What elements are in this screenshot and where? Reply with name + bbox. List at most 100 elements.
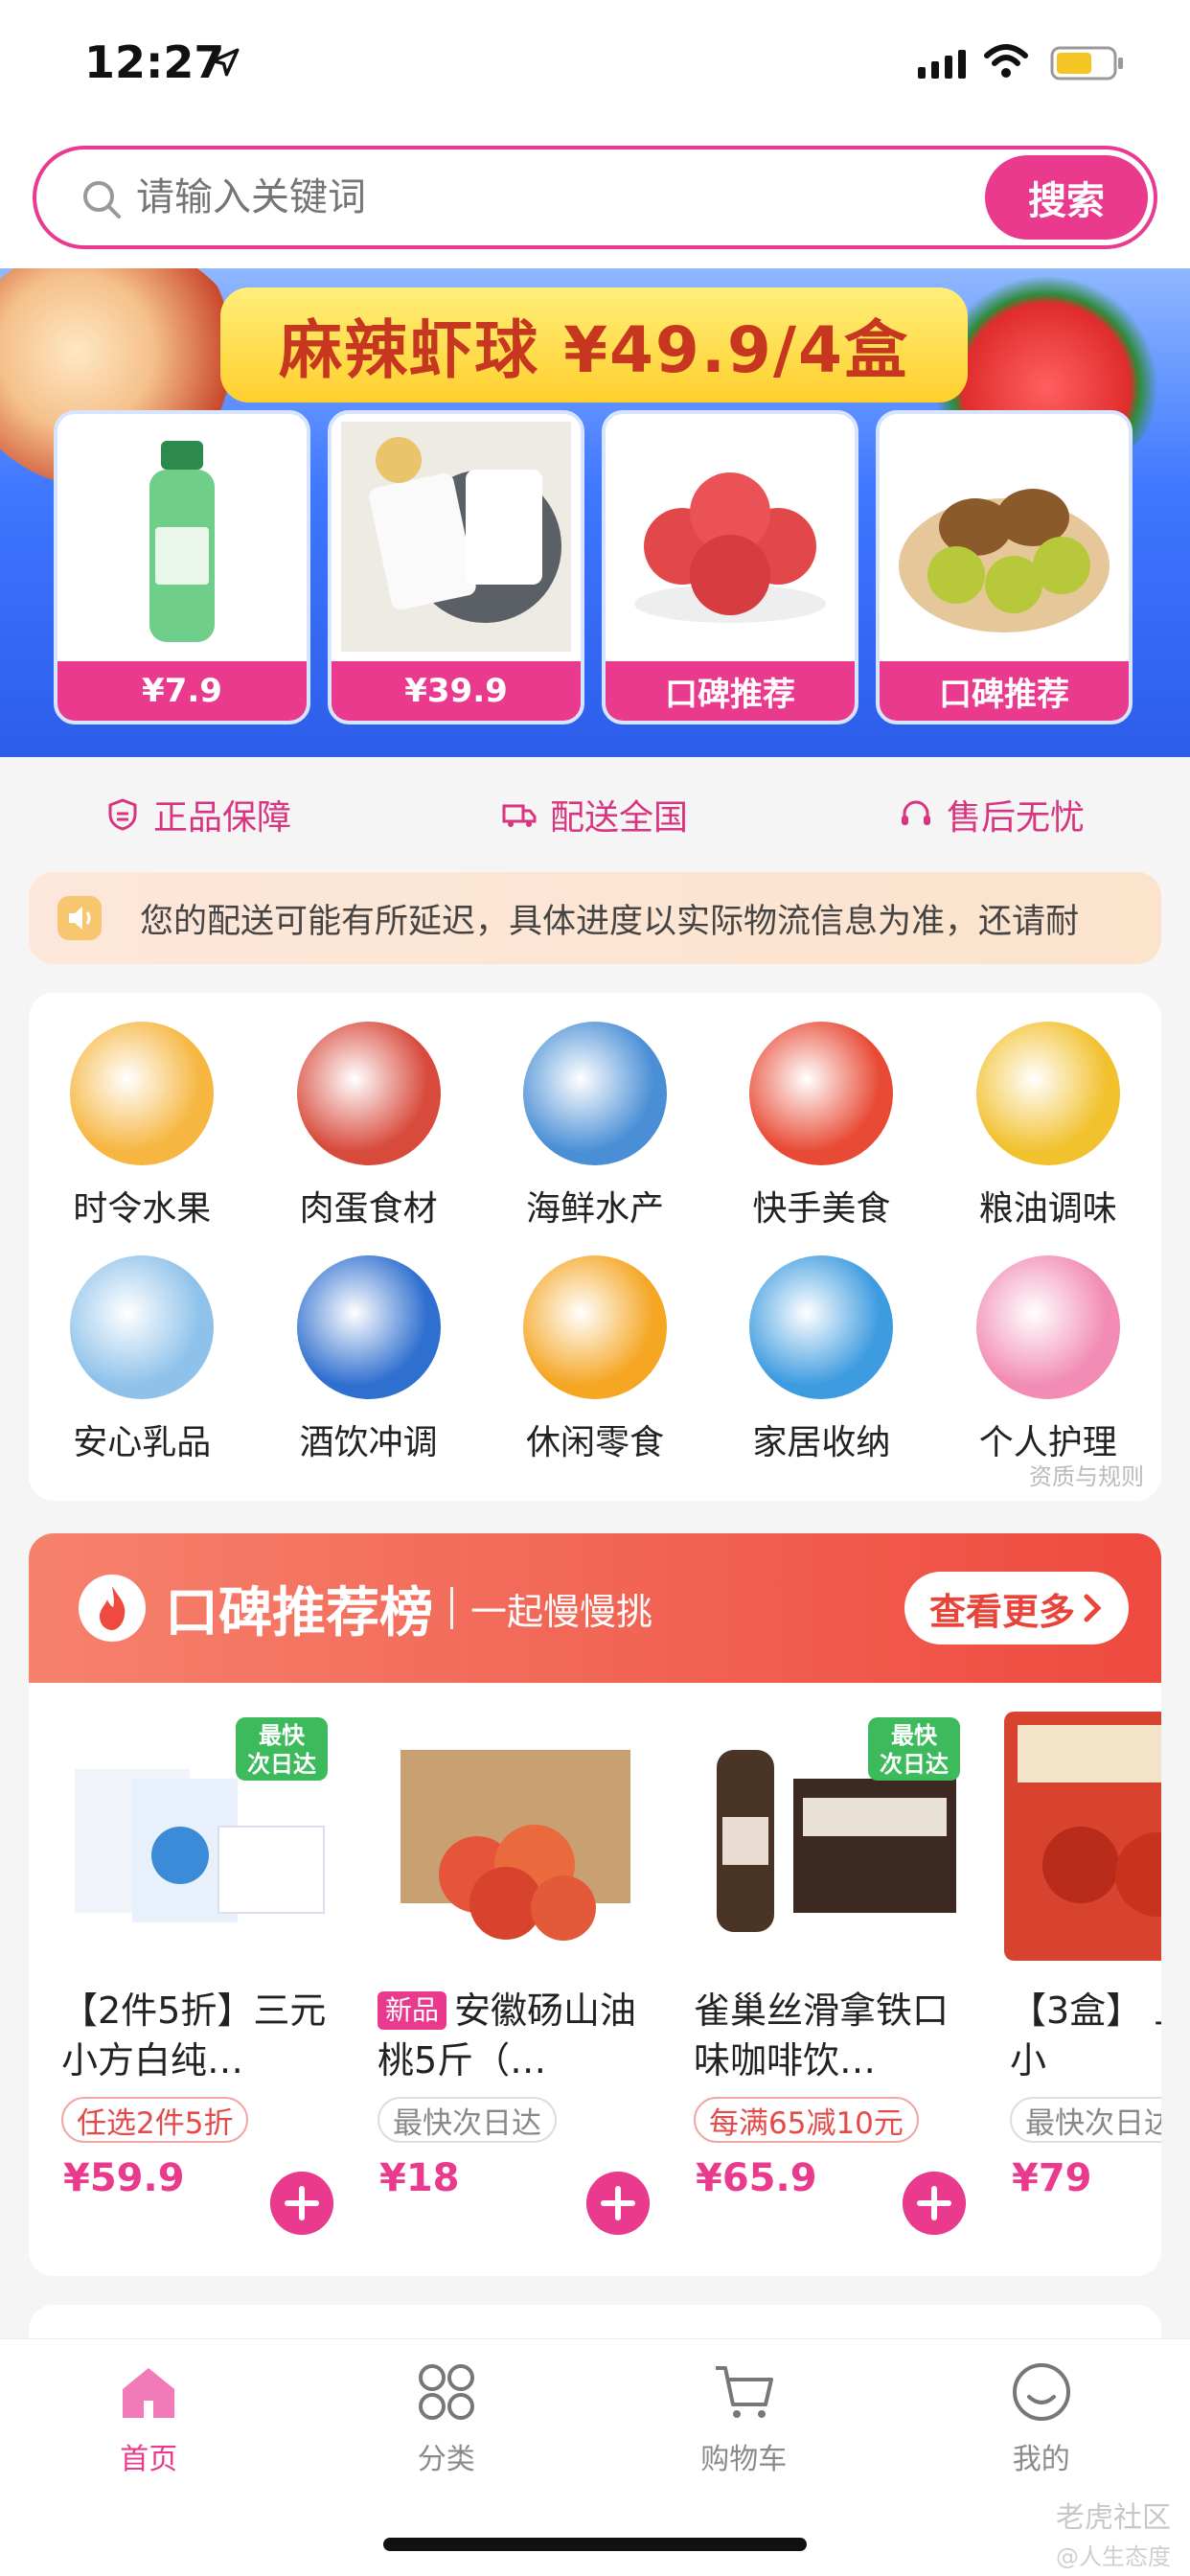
qualification-rules-link[interactable]: 资质与规则 — [1029, 1458, 1144, 1491]
category-image — [749, 1255, 894, 1399]
notice-text: 您的配送可能有所延迟，具体进度以实际物流信息为准，还请耐 — [140, 902, 1080, 941]
promo-tag: 任选2件5折 — [61, 2097, 249, 2143]
fast-delivery-badge: 最快 次日达 — [868, 1717, 960, 1781]
drink-pouch-product-image — [341, 422, 571, 652]
peach-product-image — [400, 1750, 630, 1941]
location-arrow-icon — [211, 48, 240, 77]
ranking-item[interactable]: 最快 次日达 雀巢丝滑拿铁口味咖啡饮… 每满65减10元 ¥65.9 — [688, 1712, 970, 2248]
category-image — [975, 1022, 1120, 1165]
add-to-cart-button[interactable] — [903, 2172, 966, 2235]
category-image — [749, 1022, 894, 1165]
shield-icon — [108, 798, 137, 831]
ranking-list: 最快 次日达 【2件5折】三元 小方白纯… 任选2件5折 ¥59.9 新品 安徽砀山… — [56, 1712, 1161, 2248]
banner-card-price: ¥7.9 — [57, 661, 307, 721]
banner-product-card[interactable]: ¥39.9 — [328, 410, 584, 724]
tab-label: 首页 — [120, 2443, 178, 2476]
category-image — [70, 1255, 215, 1399]
search-icon — [83, 181, 121, 218]
category-label: 休闲零食 — [525, 1423, 664, 1462]
category-item[interactable]: 海鲜水产 — [482, 1022, 708, 1230]
grid-icon — [418, 2364, 474, 2420]
banner-product-card[interactable]: 口碑推荐 — [876, 410, 1133, 724]
tab-label: 我的 — [1012, 2443, 1070, 2476]
guarantee-label: 正品保障 — [152, 798, 291, 838]
ranking-item[interactable]: 最快 次日达 【2件5折】三元 小方白纯… 任选2件5折 ¥59.9 — [56, 1712, 337, 2248]
category-label: 海鲜水产 — [525, 1189, 664, 1229]
crayfish-product-image — [1004, 1712, 1161, 1961]
ranking-item[interactable]: 新品 安徽砀山油桃5斤（… 最快次日达 ¥18 — [372, 1712, 653, 2248]
banner-product-card[interactable]: 口碑推荐 — [602, 410, 858, 724]
delivery-notice[interactable]: 您的配送可能有所延迟，具体进度以实际物流信息为准，还请耐 — [29, 872, 1161, 964]
tab-label: 购物车 — [700, 2443, 788, 2476]
status-time: 12:27 — [84, 36, 225, 88]
category-image — [296, 1022, 441, 1165]
ranking-subtitle: 一起慢慢挑 — [470, 1590, 653, 1633]
product-name: 雀巢丝滑拿铁口味咖啡饮… — [694, 1990, 950, 2082]
watermark-text: 老虎社区 — [1056, 2501, 1171, 2535]
kiwi-product-image — [899, 489, 1110, 632]
home-icon — [123, 2368, 175, 2418]
view-more-label: 查看更多 — [928, 1590, 1075, 1633]
new-product-tag: 新品 — [378, 1991, 447, 2030]
status-bar: 12:27 — [0, 0, 1190, 134]
ranking-title: 口碑推荐榜 — [165, 1581, 433, 1644]
category-item[interactable]: 安心乳品 — [29, 1255, 255, 1464]
category-item[interactable]: 酒饮冲调 — [255, 1255, 481, 1464]
guarantee-genuine: 正品保障 — [105, 790, 291, 840]
truck-icon — [502, 804, 537, 827]
category-item[interactable]: 家居收纳 — [708, 1255, 934, 1464]
category-label: 家居收纳 — [752, 1423, 891, 1462]
guarantee-aftersale: 售后无忧 — [899, 790, 1085, 840]
banner-card-label: 口碑推荐 — [880, 661, 1129, 721]
guarantee-delivery: 配送全国 — [502, 790, 688, 840]
tab-cart[interactable]: 购物车 — [648, 2358, 839, 2477]
product-price: ¥59.9 — [63, 2156, 185, 2200]
category-label: 肉蛋食材 — [299, 1189, 438, 1229]
home-indicator — [383, 2538, 807, 2551]
add-to-cart-button[interactable] — [270, 2172, 333, 2235]
view-more-button[interactable]: 查看更多 — [904, 1572, 1129, 1644]
add-to-cart-button[interactable] — [586, 2172, 650, 2235]
category-item[interactable]: 休闲零食 — [482, 1255, 708, 1464]
banner-product-cards: ¥7.9 ¥39.9 口碑推荐 口碑推荐 — [54, 410, 1136, 726]
product-price: ¥18 — [379, 2156, 460, 2200]
category-image — [70, 1022, 215, 1165]
chevron-right-icon — [1084, 1594, 1102, 1622]
category-item[interactable]: 肉蛋食材 — [255, 1022, 481, 1230]
delivery-tag: 最快次日达 — [1010, 2097, 1161, 2143]
ranking-divider — [450, 1587, 453, 1629]
delivery-tag: 最快次日达 — [378, 2097, 557, 2143]
category-label: 安心乳品 — [73, 1423, 212, 1462]
banner-card-price: ¥39.9 — [332, 661, 581, 721]
category-image — [975, 1255, 1120, 1399]
guarantee-label: 售后无忧 — [946, 798, 1085, 838]
apples-product-image — [634, 472, 826, 623]
category-item[interactable]: 时令水果 — [29, 1022, 255, 1230]
fast-delivery-badge: 最快 次日达 — [236, 1717, 328, 1781]
reputation-ranking: 口碑推荐榜 一起慢慢挑 查看更多 最快 次日达 【2件5折】三元 小方白纯… 任选… — [29, 1533, 1161, 2276]
category-item[interactable]: 快手美食 — [708, 1022, 934, 1230]
banner-title: 麻辣虾球 ¥49.9/4盒 — [220, 288, 968, 402]
banner-product-card[interactable]: ¥7.9 — [54, 410, 310, 724]
search-input[interactable] — [136, 169, 903, 226]
product-name: 【2件5折】三元 小方白纯… — [61, 1990, 327, 2082]
category-item[interactable]: 个人护理 — [935, 1255, 1161, 1464]
category-label: 酒饮冲调 — [299, 1423, 438, 1462]
tab-profile[interactable]: 我的 — [946, 2358, 1137, 2477]
search-box[interactable]: 搜索 — [33, 146, 1157, 249]
category-image — [522, 1022, 667, 1165]
category-item[interactable]: 粮油调味 — [935, 1022, 1161, 1230]
search-button[interactable]: 搜索 — [985, 155, 1148, 240]
tab-home[interactable]: 首页 — [53, 2358, 244, 2477]
product-name: 【3盒】 上麻辣小 — [1010, 1990, 1161, 2082]
product-price: ¥79 — [1012, 2156, 1092, 2200]
tab-category[interactable]: 分类 — [351, 2358, 542, 2477]
tab-label: 分类 — [417, 2443, 475, 2476]
flame-icon — [79, 1575, 146, 1642]
guarantee-label: 配送全国 — [549, 798, 688, 838]
ranking-item[interactable]: 【3盒】 上麻辣小 最快次日达 ¥79 — [1004, 1712, 1161, 2248]
promo-banner[interactable]: 麻辣虾球 ¥49.9/4盒 ¥7.9 ¥39.9 口碑推荐 口碑推荐 — [0, 268, 1190, 757]
smile-icon — [1012, 2363, 1070, 2421]
category-image — [296, 1255, 441, 1399]
category-image — [522, 1255, 667, 1399]
